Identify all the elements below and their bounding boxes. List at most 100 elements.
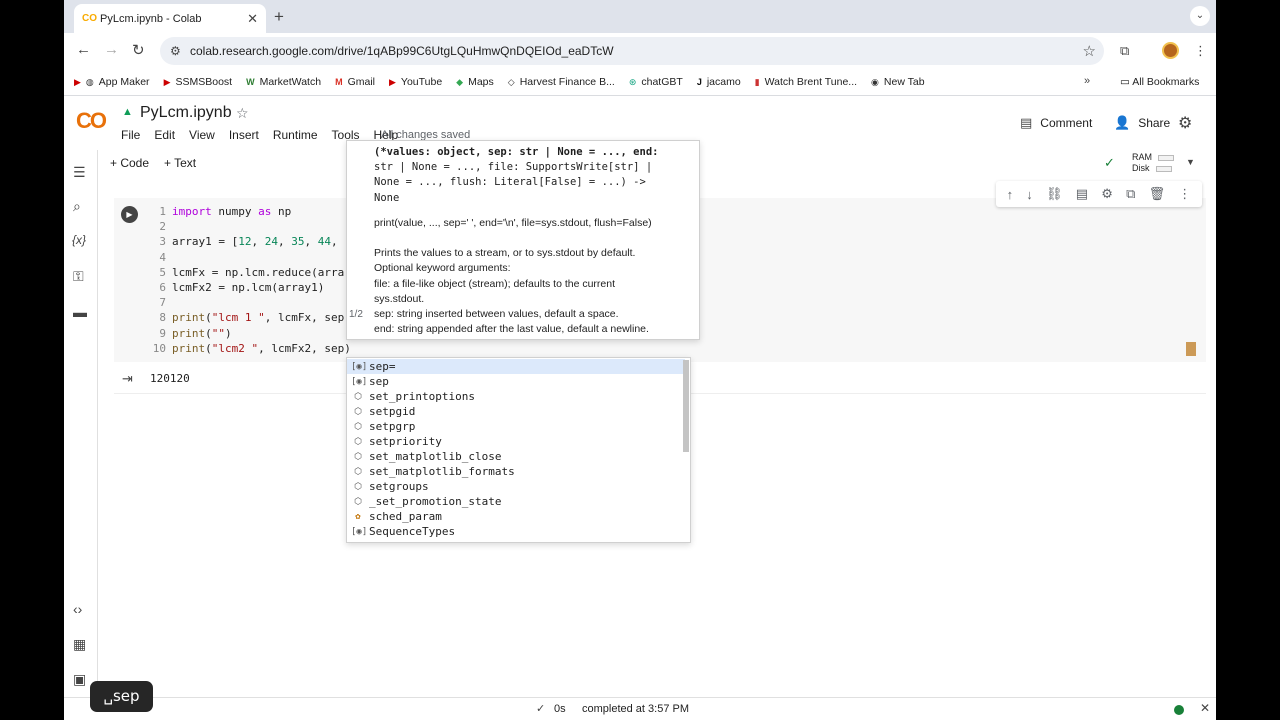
- bookmark-gmail[interactable]: M Gmail: [335, 76, 375, 88]
- share-button[interactable]: 👤 Share: [1114, 115, 1170, 131]
- suggestion-item[interactable]: [◉] sep: [347, 374, 685, 389]
- execution-time: 0s: [554, 703, 566, 715]
- code-snippets-icon[interactable]: ‹›: [73, 601, 82, 617]
- chevron-down-icon[interactable]: ⌄: [1190, 6, 1210, 26]
- output-text: 120120: [150, 372, 190, 385]
- suggestion-item[interactable]: ⬡ setpgrp: [347, 419, 685, 434]
- extensions-icon[interactable]: ⧉: [1120, 43, 1129, 59]
- bookmark-jacamo[interactable]: Jjacamo: [697, 76, 741, 88]
- drive-icon[interactable]: ▲: [122, 106, 133, 118]
- chevron-down-icon[interactable]: ▼: [1186, 157, 1195, 167]
- suggestion-item[interactable]: ⬡ setgroups: [347, 479, 685, 494]
- run-cell-button[interactable]: ▶: [121, 206, 138, 223]
- bookmark-new-tab[interactable]: ◉ New Tab: [871, 76, 925, 88]
- class-icon: ✿: [355, 511, 361, 522]
- output-toggle-icon[interactable]: ⇥: [122, 371, 133, 387]
- all-bookmarks[interactable]: ▭ All Bookmarks: [1120, 76, 1199, 88]
- code-editor[interactable]: 1 import numpy as np 2 3 array1 = [12, 24,…: [150, 204, 351, 356]
- suggestions-scrollbar[interactable]: [683, 360, 689, 452]
- notebook-title[interactable]: PyLcm.ipynb: [140, 104, 232, 122]
- overload-pager[interactable]: 1/2: [349, 309, 363, 320]
- signature-help-tooltip: (*values: object, sep: str | None = ...,…: [346, 140, 700, 340]
- add-text-button[interactable]: + Text: [164, 156, 196, 170]
- bookmark-star-icon[interactable]: ☆: [1083, 42, 1096, 60]
- function-icon: ⬡: [354, 391, 362, 402]
- browser-toolbar: ← → ↻ ⚙ colab.research.google.com/drive/…: [64, 33, 1216, 69]
- more-vert-icon[interactable]: ⋮: [1194, 43, 1207, 59]
- suggestion-item[interactable]: [◉] SequenceTypes: [347, 524, 685, 539]
- youtube-icon: ▶: [388, 76, 396, 87]
- add-code-button[interactable]: + Code: [110, 156, 149, 170]
- bookmark-chatgbt[interactable]: ⊛ chatGBT: [629, 76, 683, 88]
- bookmark-maps[interactable]: ◆ Maps: [456, 76, 494, 88]
- bookmark-brent[interactable]: ▮ Watch Brent Tune...: [755, 76, 857, 88]
- keystroke-overlay: ␣sep: [90, 681, 153, 712]
- tab-colab[interactable]: CO PyLcm.ipynb - Colab ✕: [74, 4, 266, 33]
- bookmark-ssmsboost[interactable]: ▶ SSMSBoost: [164, 76, 233, 88]
- search-icon[interactable]: ⌕: [73, 198, 81, 215]
- variable-icon: [◉]: [351, 526, 368, 537]
- youtube-icon: ▶: [74, 76, 81, 87]
- close-icon[interactable]: ✕: [1200, 701, 1210, 715]
- site-info-icon[interactable]: ⚙: [170, 44, 190, 58]
- function-icon: ⬡: [354, 496, 362, 507]
- bookmark-app-maker[interactable]: ▶ ◍ App Maker: [74, 76, 150, 88]
- bookmark-harvest[interactable]: ◇ Harvest Finance B...: [508, 76, 615, 88]
- suggestion-item[interactable]: ⬡ _set_promotion_state: [347, 494, 685, 509]
- function-icon: ⬡: [354, 466, 362, 477]
- resource-meter[interactable]: RAM Disk: [1132, 152, 1174, 174]
- bookmarks-more-icon[interactable]: »: [1084, 75, 1090, 87]
- suggestion-item[interactable]: ⬡ set_matplotlib_close: [347, 449, 685, 464]
- back-icon[interactable]: ←: [76, 41, 91, 58]
- folder-icon[interactable]: ▬: [73, 304, 87, 320]
- forward-icon[interactable]: →: [104, 41, 119, 58]
- mirror-cell-icon[interactable]: ⧉: [1126, 186, 1135, 202]
- maps-icon: ◆: [456, 76, 464, 87]
- avatar[interactable]: [1162, 42, 1179, 59]
- toc-icon[interactable]: ☰: [73, 164, 86, 181]
- close-icon[interactable]: ✕: [247, 11, 258, 27]
- browser-window: CO PyLcm.ipynb - Colab ✕ + ⌄ ← → ↻ ⚙ col…: [64, 0, 1216, 720]
- function-icon: ⬡: [354, 481, 362, 492]
- suggestion-item[interactable]: ⬡ setpriority: [347, 434, 685, 449]
- suggestion-item[interactable]: ⬡ set_printoptions: [347, 389, 685, 404]
- status-bar: ✓ 0s completed at 3:57 PM ✕: [64, 697, 1216, 720]
- tab-title: PyLcm.ipynb - Colab: [100, 12, 202, 25]
- bookmark-youtube[interactable]: ▶ YouTube: [389, 76, 442, 88]
- variable-icon: [◉]: [351, 361, 368, 372]
- suggestion-item[interactable]: [◉] sep=: [347, 359, 685, 375]
- suggestion-item[interactable]: ✿ sched_param: [347, 509, 685, 524]
- link-icon[interactable]: ⛓: [1046, 186, 1063, 202]
- variables-icon[interactable]: {x}: [72, 233, 86, 247]
- bottle-icon: ▮: [754, 76, 760, 87]
- comment-button[interactable]: ▤ Comment: [1020, 115, 1092, 131]
- move-down-icon[interactable]: ↓: [1026, 187, 1033, 202]
- terminal-icon[interactable]: ▣: [73, 671, 86, 688]
- function-icon: ⬡: [354, 451, 362, 462]
- command-palette-icon[interactable]: ▦: [73, 636, 86, 653]
- menu-insert[interactable]: Insert: [229, 128, 259, 142]
- runtime-status-indicator[interactable]: [1174, 705, 1184, 715]
- menu-file[interactable]: File: [121, 128, 140, 142]
- colab-logo[interactable]: CO: [76, 108, 107, 134]
- docstring: print(value, ..., sep=' ', end='\n', fil…: [374, 217, 652, 336]
- reload-icon[interactable]: ↻: [132, 41, 145, 59]
- suggestion-item[interactable]: ⬡ setpgid: [347, 404, 685, 419]
- comment-icon: ▤: [1020, 115, 1033, 130]
- menu-runtime[interactable]: Runtime: [273, 128, 318, 142]
- more-vert-icon[interactable]: ⋮: [1178, 186, 1191, 202]
- comment-icon[interactable]: ▤: [1076, 186, 1088, 202]
- menu-edit[interactable]: Edit: [154, 128, 175, 142]
- delete-icon[interactable]: 🗑: [1149, 186, 1166, 202]
- menu-view[interactable]: View: [189, 128, 215, 142]
- settings-gear-icon[interactable]: ⚙: [1178, 113, 1192, 133]
- key-icon[interactable]: ⚿: [73, 268, 84, 285]
- suggestion-item[interactable]: ⬡ set_matplotlib_formats: [347, 464, 685, 479]
- gear-icon[interactable]: ⚙: [1101, 186, 1113, 202]
- star-icon[interactable]: ☆: [236, 105, 249, 122]
- new-tab-icon[interactable]: +: [274, 7, 284, 27]
- address-bar[interactable]: ⚙ colab.research.google.com/drive/1qABp9…: [160, 37, 1104, 65]
- gmail-icon: M: [335, 77, 343, 87]
- move-up-icon[interactable]: ↑: [1007, 187, 1014, 202]
- bookmark-marketwatch[interactable]: W MarketWatch: [246, 76, 321, 88]
